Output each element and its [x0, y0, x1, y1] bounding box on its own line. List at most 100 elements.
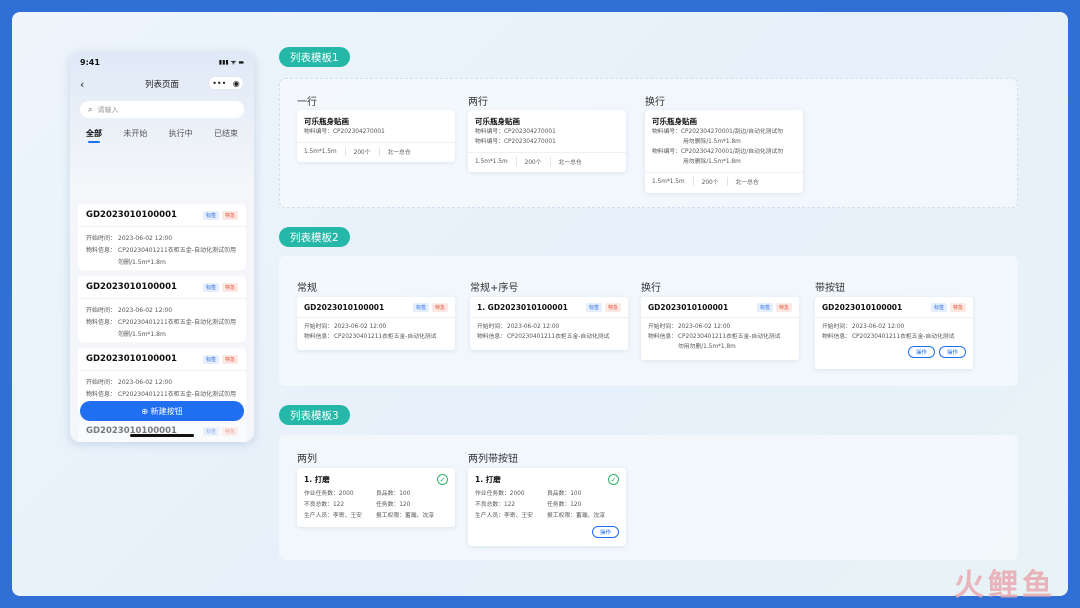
field-label: 物料信息： — [86, 247, 117, 254]
meta-size: 1.5m*1.5m — [304, 148, 337, 155]
list-card[interactable]: 1. 打磨 ✓ 作业任务数：2000 良品数：100 不良总数：122 任务数：1… — [297, 468, 455, 527]
tag-badge: 标签 — [756, 303, 773, 312]
tag-badge: 标签 — [412, 303, 429, 312]
tab-finished[interactable]: 已结束 — [214, 128, 238, 139]
urgent-badge: 特急 — [221, 282, 238, 292]
search-input[interactable]: ⌕ 请输入 — [80, 101, 244, 118]
more-icon[interactable]: ••• — [212, 79, 226, 88]
group-label: 一行 — [297, 97, 317, 108]
signal-icon: ▮▮▮ ᯤ ▬ — [218, 59, 244, 66]
meta-warehouse: 北一总仓 — [378, 147, 419, 156]
field: 任务数：120 — [376, 502, 411, 508]
field-value: 2023-06-02 12:00 — [118, 379, 173, 386]
list-card[interactable]: 可乐瓶身贴画 物料编号：CP202304270001 物料编号：CP202304… — [468, 110, 626, 172]
action-button[interactable]: 操作 — [591, 526, 619, 538]
list-item[interactable]: GD2023010100001 标签 特急 开始时间： 2023-06-02 12:… — [78, 204, 246, 270]
tag-badge: 标签 — [202, 426, 219, 436]
order-id: GD2023010100001 — [86, 282, 177, 292]
field: 任务数：120 — [547, 502, 582, 508]
field-label: 物料信息： — [304, 334, 333, 340]
tab-all[interactable]: 全部 — [86, 128, 102, 143]
field: 报工权限：蓄瀚、沈淳 — [376, 513, 434, 519]
card-title: 可乐瓶身贴画 — [652, 117, 697, 126]
group-label: 两列 — [297, 454, 317, 465]
group-label: 带按钮 — [815, 283, 845, 294]
phone-mockup: 9:41 ▮▮▮ ᯤ ▬ ‹ 列表页面 ••• ◉ ⌕ 请输入 全部 未开始 执… — [70, 52, 254, 442]
material-code: 物料编号：CP202304270001 — [475, 139, 556, 145]
close-icon[interactable]: ◉ — [233, 79, 240, 88]
field-label: 开始时间： — [477, 324, 506, 330]
list-card[interactable]: 1. 打磨 ✓ 作业任务数：2000 良品数：100 不良总数：122 任务数：1… — [468, 468, 626, 546]
field: 不良总数：122 — [304, 502, 345, 508]
field-value: 2023-06-02 12:00 — [678, 324, 731, 330]
urgent-badge: 特急 — [775, 303, 792, 312]
field: 报工权限：蓄瀚、沈淳 — [547, 513, 605, 519]
card-title: 可乐瓶身贴画 — [304, 117, 349, 126]
field-label: 物料信息： — [822, 334, 851, 340]
phone-header: 9:41 ▮▮▮ ᯤ ▬ ‹ 列表页面 ••• ◉ ⌕ 请输入 全部 未开始 执… — [70, 52, 254, 184]
check-icon: ✓ — [437, 474, 448, 485]
field-value: CP20230401211衣柜五金-自动化测试 — [334, 334, 437, 340]
order-id: GD2023010100001 — [304, 303, 385, 312]
meta-size: 1.5m*1.5m — [652, 178, 685, 185]
check-icon: ✓ — [608, 474, 619, 485]
field-label: 物料信息： — [477, 334, 506, 340]
meta-warehouse: 北一总仓 — [549, 157, 590, 166]
list-item[interactable]: GD2023010100001 标签 特急 开始时间： 2023-06-02 12:… — [78, 276, 246, 342]
urgent-badge: 特急 — [221, 210, 238, 220]
urgent-badge: 特急 — [221, 354, 238, 364]
field: 良品数：100 — [547, 491, 582, 497]
home-indicator — [130, 434, 194, 437]
field-label: 开始时间： — [86, 235, 117, 242]
field-value: 2023-06-02 12:00 — [852, 324, 905, 330]
action-button[interactable]: 操作 — [938, 346, 966, 358]
list-card[interactable]: GD2023010100001 标签 特急 开始时间： 2023-06-02 12:0… — [641, 297, 799, 360]
mini-capsule: ••• ◉ — [208, 76, 244, 90]
field: 作业任务数：2000 — [304, 491, 354, 497]
tag-badge: 标签 — [585, 303, 602, 312]
list-card[interactable]: 1. GD2023010100001 标签 特急 开始时间： 2023-06-02 1… — [470, 297, 628, 350]
material-code: 物料编号：CP202304270001/刮边/自动化测试勿 — [652, 149, 784, 155]
search-icon: ⌕ — [88, 104, 93, 114]
order-id: GD2023010100001 — [86, 354, 177, 364]
field-value: 2023-06-02 12:00 — [118, 307, 173, 314]
field-label: 开始时间： — [86, 379, 117, 386]
field-label: 开始时间： — [822, 324, 851, 330]
meta-qty: 200个 — [692, 177, 727, 186]
tab-in-progress[interactable]: 执行中 — [169, 128, 193, 139]
field-label: 开始时间： — [648, 324, 677, 330]
field: 生产人员：李寄、王安 — [304, 513, 362, 519]
field-value: CP20230401211衣柜五金-自动化测试 — [852, 334, 955, 340]
list-card[interactable]: 可乐瓶身贴画 物料编号：CP202304270001/刮边/自动化测试勿 用勿删… — [645, 110, 803, 193]
meta-size: 1.5m*1.5m — [475, 158, 508, 165]
order-id: GD2023010100001 — [648, 303, 729, 312]
list-item[interactable]: GD2023010100001 标签 特急 — [78, 420, 246, 442]
field-label: 物料信息： — [86, 319, 117, 326]
urgent-badge: 特急 — [221, 426, 238, 436]
group-label: 常规+序号 — [470, 283, 519, 294]
list-card[interactable]: GD2023010100001 标签 特急 开始时间： 2023-06-02 12:0… — [297, 297, 455, 350]
field-label: 开始时间： — [304, 324, 333, 330]
field-value: 2023-06-02 12:00 — [118, 235, 173, 242]
status-bar: 9:41 ▮▮▮ ᯤ ▬ — [80, 58, 244, 67]
action-button[interactable]: 操作 — [907, 346, 935, 358]
urgent-badge: 特急 — [604, 303, 621, 312]
group-label: 两行 — [468, 97, 488, 108]
field-value: CP20230401211衣柜五金-自动化测试 — [507, 334, 610, 340]
field-value: CP20230401211衣柜五金-自动化测试 — [678, 334, 781, 340]
material-code: 物料编号：CP202304270001 — [475, 129, 556, 135]
search-placeholder: 请输入 — [97, 105, 119, 114]
list-card[interactable]: 可乐瓶身贴画 物料编号：CP202304270001 1.5m*1.5m 200个… — [297, 110, 455, 162]
list-card[interactable]: GD2023010100001 标签 特急 开始时间： 2023-06-02 12:0… — [815, 297, 973, 369]
group-label: 换行 — [641, 283, 661, 294]
tab-bar: 全部 未开始 执行中 已结束 — [80, 128, 244, 143]
order-id: 1. GD2023010100001 — [477, 303, 568, 312]
field: 良品数：100 — [376, 491, 411, 497]
meta-qty: 200个 — [344, 147, 379, 156]
order-id: GD2023010100001 — [822, 303, 903, 312]
watermark-logo: 火鲤鱼 — [954, 568, 1056, 603]
new-button[interactable]: ⊕ 新建按钮 — [80, 401, 244, 421]
field-label: 物料信息： — [648, 334, 677, 340]
tab-not-started[interactable]: 未开始 — [123, 128, 147, 139]
group-label: 两列带按钮 — [468, 454, 518, 465]
